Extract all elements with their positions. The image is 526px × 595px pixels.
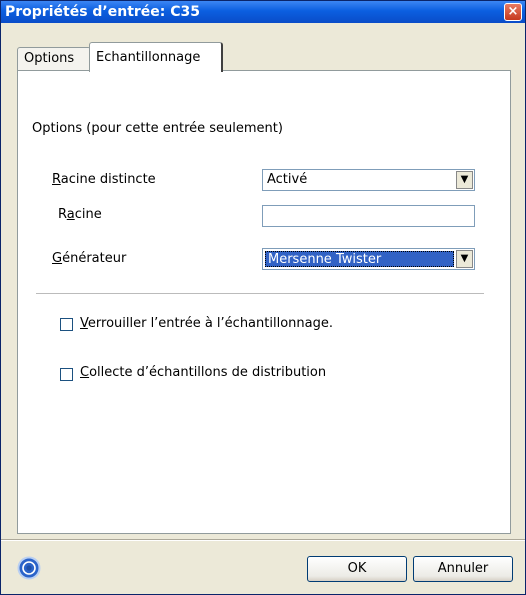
collecte-checkbox[interactable]	[60, 368, 73, 381]
generateur-select[interactable]: Mersenne Twister ▼	[262, 248, 475, 270]
tab-options[interactable]: Options	[17, 47, 91, 71]
help-button[interactable]	[17, 556, 41, 580]
chevron-down-icon[interactable]: ▼	[456, 171, 473, 189]
racine-distincte-label: Racine distincte	[52, 172, 156, 187]
racine-label: Racine	[58, 207, 102, 222]
tab-panel: Options (pour cette entrée seulement) Ra…	[17, 70, 511, 534]
window-title: Propriétés d’entrée: C35	[5, 4, 201, 20]
racine-distincte-select[interactable]: Activé ▼	[262, 169, 475, 191]
collecte-label[interactable]: Collecte d’échantillons de distribution	[80, 365, 326, 380]
help-icon[interactable]	[17, 556, 41, 580]
generateur-label: Générateur	[52, 251, 127, 266]
separator	[36, 293, 484, 294]
verrouiller-checkbox[interactable]	[60, 318, 73, 331]
racine-input[interactable]	[262, 205, 475, 227]
title-bar[interactable]: Propriétés d’entrée: C35 ×	[1, 1, 525, 23]
ok-button[interactable]: OK	[307, 556, 407, 582]
chevron-down-icon[interactable]: ▼	[456, 250, 473, 268]
close-icon: ×	[507, 4, 519, 19]
tab-echantillonnage[interactable]: Echantillonnage	[89, 42, 223, 72]
generateur-value: Mersenne Twister	[265, 251, 454, 267]
tab-options-label: Options	[24, 51, 75, 66]
racine-distincte-value: Activé	[267, 172, 308, 187]
section-title: Options (pour cette entrée seulement)	[32, 121, 283, 136]
annuler-button[interactable]: Annuler	[413, 556, 513, 582]
dialog-window: Propriétés d’entrée: C35 × Options Echan…	[0, 0, 526, 595]
verrouiller-label[interactable]: Verrouiller l’entrée à l’échantillonnage…	[80, 316, 333, 331]
tab-echantillonnage-label: Echantillonnage	[96, 50, 201, 65]
close-button[interactable]: ×	[504, 3, 522, 21]
footer-separator	[1, 540, 525, 541]
